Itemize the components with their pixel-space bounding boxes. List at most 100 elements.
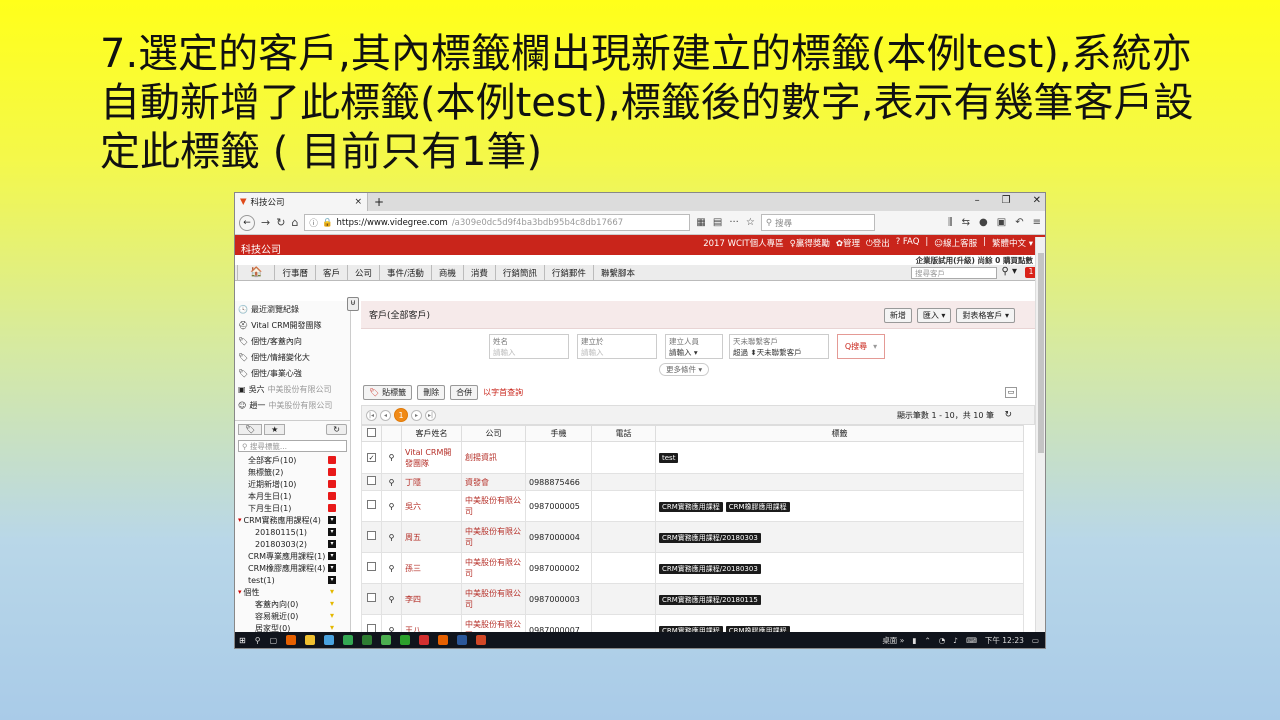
task-view-icon[interactable]: ▢ [270, 636, 278, 645]
tag-chip[interactable]: CRM實務應用課程/20180115 [659, 594, 761, 605]
current-page[interactable]: 1 [394, 408, 408, 422]
reader-icon[interactable]: ▤ [713, 217, 722, 228]
row-name[interactable]: 李四 [401, 583, 462, 615]
col-company[interactable]: 公司 [461, 425, 526, 442]
recent-item[interactable]: ⛑ Vital CRM開發團隊 [235, 317, 350, 333]
volume-icon[interactable]: ♪ [953, 636, 958, 645]
search-icon[interactable]: ⚲ [255, 636, 261, 645]
initial-query-link[interactable]: 以字首查詢 [483, 387, 523, 398]
maximize-panel-icon[interactable]: ▭ [1005, 387, 1017, 398]
row-view-icon[interactable]: ⚲ [381, 473, 402, 491]
table-row[interactable]: ⚲ 丁隱 資發會 0988875466 [361, 473, 1024, 491]
next-page-icon[interactable]: ▸ [411, 409, 422, 421]
menu-consumption[interactable]: 消費 [462, 265, 495, 280]
tag-menu-icon[interactable]: ▾ [328, 624, 336, 632]
header-link-faq[interactable]: ? FAQ [896, 237, 920, 249]
menu-events[interactable]: 事件/活動 [379, 265, 431, 280]
notification-icon[interactable]: ▭ [1032, 636, 1039, 645]
new-tab-button[interactable]: + [368, 195, 390, 209]
tag-item[interactable]: 近期新增(10) [235, 478, 350, 490]
tag-item[interactable]: 客蓋內向(0) ▾ [235, 598, 350, 610]
table-row[interactable]: ⚲ 孫三 中美股份有限公司 0987000002 CRM實務應用課程/20180303 [361, 552, 1024, 584]
row-view-icon[interactable]: ⚲ [381, 490, 402, 522]
tag-item[interactable]: CRM橡膠應用課程(4) ▾ [235, 562, 350, 574]
tag-item[interactable]: 20180303(2) ▾ [235, 538, 350, 550]
app-brand[interactable]: 科技公司 [241, 241, 281, 256]
header-link-logout[interactable]: ⏻登出 [866, 237, 890, 249]
tag-chip[interactable]: test [659, 453, 679, 463]
qr-icon[interactable]: ▦ [696, 217, 705, 228]
row-company[interactable]: 中美股份有限公司 [461, 521, 526, 553]
col-name[interactable]: 客戶姓名 [401, 425, 462, 442]
row-view-icon[interactable]: ⚲ [381, 552, 402, 584]
row-company[interactable]: 中美股份有限公司 [461, 552, 526, 584]
filter-created[interactable]: 建立於 請輸入 [577, 334, 657, 359]
chevron-up-icon[interactable]: ⌃ [924, 636, 930, 645]
prev-page-icon[interactable]: ◂ [380, 409, 391, 421]
table-view-button[interactable]: 對表格客戶 ▾ [956, 308, 1015, 323]
tag-menu-icon[interactable] [328, 456, 336, 464]
tag-menu-icon[interactable]: ▾ [328, 564, 336, 572]
reload-icon[interactable]: ↻ [276, 216, 285, 229]
word-icon[interactable] [457, 635, 468, 645]
tag-search-input[interactable]: ⚲ 搜尋標籤... [238, 440, 347, 452]
clock[interactable]: 下午 12:23 [985, 635, 1024, 646]
tag-item[interactable]: ▾ CRM實務應用課程(4) ▾ [235, 514, 350, 526]
powerpoint-icon[interactable] [476, 635, 487, 645]
undo-icon[interactable]: ↶ [1015, 217, 1023, 228]
tag-menu-icon[interactable] [328, 480, 336, 488]
app-icon[interactable] [419, 635, 430, 645]
tag-menu-icon[interactable]: ▾ [328, 516, 336, 524]
tag-menu-icon[interactable]: ▾ [328, 540, 336, 548]
table-row[interactable]: ⚲ 周五 中美股份有限公司 0987000004 CRM實務應用課程/20180303 [361, 521, 1024, 553]
apply-tag-button[interactable]: 🏷 貼標籤 [363, 384, 413, 400]
expand-icon[interactable]: ▾ [238, 588, 242, 596]
battery-icon[interactable]: ▮ [912, 636, 916, 645]
tag-item[interactable]: 無標籤(2) [235, 466, 350, 478]
folder-icon[interactable] [305, 635, 316, 645]
col-tags[interactable]: 標籤 [655, 425, 1024, 442]
chrome-icon[interactable] [343, 635, 354, 645]
chat-icon[interactable]: ● [979, 217, 988, 228]
delete-button[interactable]: 刪除 [417, 384, 446, 400]
language-select[interactable]: 繁體中文 ▾ [992, 237, 1033, 249]
menu-customers[interactable]: 客戶 [314, 265, 347, 280]
bookmark-star-icon[interactable]: ☆ [746, 217, 755, 228]
col-mobile[interactable]: 手機 [525, 425, 592, 442]
merge-button[interactable]: 合併 [450, 384, 479, 400]
maximize-icon[interactable]: ❐ [1002, 195, 1011, 206]
row-company[interactable]: 中美股份有限公司 [461, 583, 526, 615]
row-view-icon[interactable]: ⚲ [381, 521, 402, 553]
header-link-support[interactable]: ☺線上客服 [934, 237, 977, 249]
tag-menu-icon[interactable]: ▾ [328, 576, 336, 584]
filter-creator[interactable]: 建立人員 請輸入 ▾ [665, 334, 723, 359]
tag-chip[interactable]: CRM橡膠應用課程 [725, 501, 790, 512]
row-name[interactable]: 吳六 [401, 490, 462, 522]
select-all-checkbox[interactable] [361, 425, 382, 442]
sync-icon[interactable]: ⇆ [962, 217, 970, 228]
query-button[interactable]: Q搜尋 ▾ [837, 334, 885, 359]
tag-chip[interactable]: CRM實務應用課程 [659, 501, 723, 512]
menu-icon[interactable]: ≡ [1033, 217, 1041, 228]
tag-menu-icon[interactable]: ▾ [328, 612, 336, 620]
network-icon[interactable]: ◔ [939, 636, 946, 645]
row-checkbox[interactable]: ✓ [361, 441, 382, 474]
tag-menu-icon[interactable]: ▾ [328, 552, 336, 560]
tag-menu-icon[interactable] [328, 468, 336, 476]
tag-menu-icon[interactable] [328, 492, 336, 500]
home-icon[interactable]: ⌂ [291, 216, 298, 229]
refresh-icon[interactable]: ↻ [326, 424, 347, 435]
tag-chip[interactable]: CRM實務應用課程/20180303 [659, 563, 761, 574]
row-company[interactable]: 中美股份有限公司 [461, 490, 526, 522]
more-icon[interactable]: ··· [729, 217, 739, 228]
firefox-icon[interactable] [438, 635, 449, 645]
wechat-icon[interactable] [400, 635, 411, 645]
table-row[interactable]: ⚲ 吳六 中美股份有限公司 0987000005 CRM實務應用課程 CRM橡膠應用課程 [361, 490, 1024, 522]
row-view-icon[interactable]: ⚲ [381, 441, 402, 474]
recent-item[interactable]: 🏷 個性/情緒變化大 [235, 349, 350, 365]
tag-menu-icon[interactable]: ▾ [328, 600, 336, 608]
filter-no-contact[interactable]: 天未聯繫客戶 超過 ⬍天未聯繫客戶 [729, 334, 829, 359]
col-phone[interactable]: 電話 [591, 425, 656, 442]
back-button[interactable]: ← [239, 214, 255, 231]
row-name[interactable]: 孫三 [401, 552, 462, 584]
